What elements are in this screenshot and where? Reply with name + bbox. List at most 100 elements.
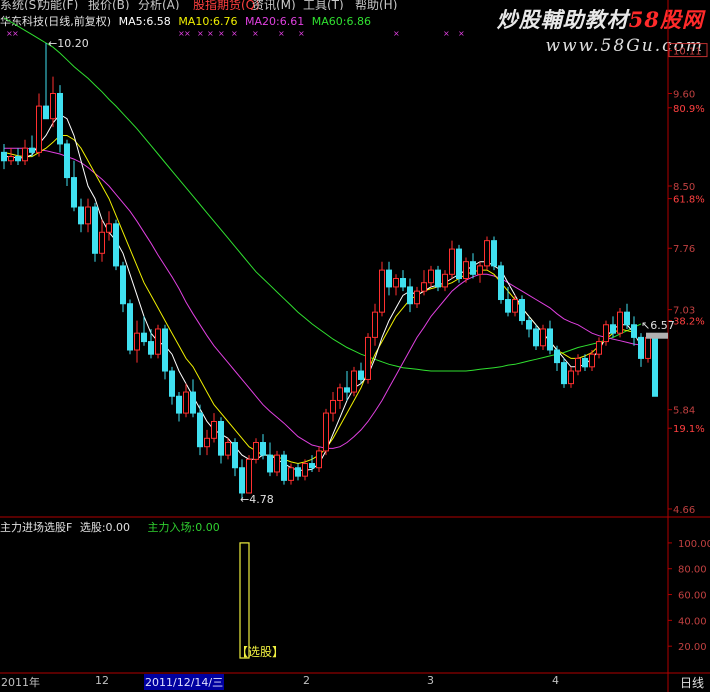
candle-body	[113, 223, 119, 267]
indicator-xuangu: 选股:0.00	[79, 521, 131, 534]
candle-body	[603, 324, 609, 343]
candle-body	[57, 92, 63, 145]
last-annotation: ↖6.57	[641, 319, 675, 332]
ind-axis-label: 100.00	[678, 539, 710, 550]
candle-body	[379, 269, 385, 313]
signal-mark: ×	[278, 29, 285, 38]
kline-chart[interactable]: × × × × × × × × × × × × × ×10.119.6080.9%8.5061.8%7.7…	[0, 0, 710, 692]
signal-mark: ×	[298, 29, 305, 38]
candle-body	[435, 269, 441, 288]
candle-body	[575, 357, 581, 372]
candle-body	[211, 420, 217, 439]
candle-body	[589, 353, 595, 368]
candle-body	[141, 332, 147, 343]
price-label: 5.84	[673, 406, 695, 417]
ma60-line	[3, 17, 642, 372]
candle-body	[155, 328, 161, 355]
candle-body	[547, 328, 553, 351]
candle-body	[183, 391, 189, 414]
low-annotation: ←4.78	[240, 493, 274, 506]
high-annotation: ←10.20	[48, 37, 89, 50]
candle-body	[519, 299, 525, 322]
signal-mark: ×	[252, 29, 259, 38]
price-label: 61.8%	[673, 195, 705, 206]
candle-body	[15, 156, 21, 162]
candle-body	[484, 240, 490, 267]
candle-body	[526, 320, 532, 330]
date-tick-2: 2	[303, 674, 310, 687]
candle-body	[78, 206, 84, 225]
candle-body	[498, 265, 504, 301]
signal-mark: ×	[218, 29, 225, 38]
candle-body	[225, 442, 231, 456]
candle-body	[288, 467, 294, 481]
candle-body	[134, 332, 140, 351]
candle-body	[274, 454, 280, 473]
date-tick-3: 3	[427, 674, 434, 687]
candle-body	[442, 273, 448, 288]
date-axis: 2011/12/14/三 2011年 12 2 3 4	[0, 674, 668, 692]
signal-mark: ×	[207, 29, 214, 38]
candle-body	[491, 240, 497, 267]
candle-body	[624, 311, 630, 326]
candle-body	[645, 336, 651, 359]
candle-body	[267, 454, 273, 473]
candle-body	[421, 282, 427, 292]
price-label: 7.03	[673, 306, 695, 317]
ma10-line	[3, 135, 635, 465]
candle-body	[596, 341, 602, 355]
candle-body	[638, 336, 644, 359]
candle-body	[43, 105, 49, 120]
candle-body	[505, 299, 511, 313]
candle-body	[456, 248, 462, 280]
candle-body	[50, 92, 56, 120]
candle-body	[85, 206, 91, 225]
candle-body	[92, 206, 98, 254]
ma5-line	[4, 113, 642, 471]
price-label: 4.66	[673, 505, 695, 516]
candle-body	[386, 269, 392, 288]
candle-body	[631, 324, 637, 338]
candle-body	[358, 370, 364, 380]
candle-body	[393, 278, 399, 288]
candle-body	[253, 442, 259, 460]
candle-body	[246, 458, 252, 494]
date-tick-4: 4	[552, 674, 559, 687]
signal-mark: ×	[231, 29, 238, 38]
candle-body	[568, 370, 574, 385]
candle-body	[197, 412, 203, 448]
candle-body	[260, 442, 266, 456]
signal-bar-label: 【选股】	[236, 645, 284, 659]
candle-body	[617, 311, 623, 334]
candle-body	[309, 463, 315, 469]
signal-mark: ×	[184, 29, 191, 38]
candle-body	[652, 336, 658, 397]
candle-body	[99, 231, 105, 254]
signal-mark: ×	[443, 29, 450, 38]
candle-body	[127, 303, 133, 351]
candle-body	[148, 341, 154, 355]
signal-mark: ×	[393, 29, 400, 38]
candle-body	[176, 395, 182, 414]
last-price-marker	[646, 332, 668, 339]
candle-body	[302, 463, 308, 477]
candle-body	[533, 328, 539, 347]
candle-body	[169, 370, 175, 397]
candle-body	[414, 290, 420, 305]
price-label: 80.9%	[673, 104, 705, 115]
price-label: 7.76	[673, 244, 695, 255]
candle-body	[351, 370, 357, 393]
ind-axis-label: 80.00	[678, 565, 707, 576]
candle-body	[218, 420, 224, 456]
indicator-title: 主力进场选股F	[0, 521, 73, 534]
ma20-line	[4, 147, 642, 449]
candle-body	[337, 387, 343, 401]
price-label: 38.2%	[673, 317, 705, 328]
candle-body	[449, 248, 455, 275]
ind-axis-label: 40.00	[678, 616, 707, 627]
signal-bar	[239, 542, 250, 659]
period-label[interactable]: 日线	[680, 674, 704, 691]
candle-body	[428, 269, 434, 284]
price-label: 9.60	[673, 89, 695, 100]
candle-body	[365, 336, 371, 380]
